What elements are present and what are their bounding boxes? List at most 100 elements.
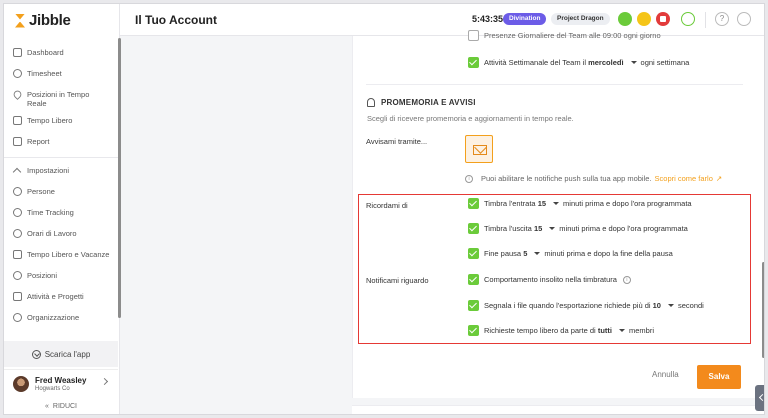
push-info-text: Puoi abilitare le notifiche push sulla t…	[481, 174, 652, 183]
sidebar-item-locations[interactable]: Posizioni	[4, 266, 118, 287]
section-title-text: PROMEMORIA E AVVISI	[381, 98, 476, 107]
location-icon	[13, 271, 22, 280]
sidebar-item-label: Dashboard	[27, 48, 64, 57]
break-end-minutes-select[interactable]: 5	[523, 249, 527, 258]
sidebar-item-label: Orari di Lavoro	[27, 229, 77, 238]
external-link-icon[interactable]: ↗	[716, 174, 722, 183]
help-button[interactable]: ?	[715, 12, 729, 26]
export-seconds-select[interactable]: 10	[653, 301, 661, 310]
clock-in-checkbox[interactable]	[468, 198, 479, 209]
unusual-behavior-label: Comportamento insolito nella timbratura	[484, 275, 617, 284]
notify-me-label: Notificami riguardo	[366, 276, 429, 285]
location-pin-icon	[12, 89, 23, 100]
collapse-label: RIDUCI	[52, 402, 78, 410]
sidebar-item-reports[interactable]: Report	[4, 131, 118, 155]
download-app-button[interactable]: Scarica l'app	[4, 341, 118, 367]
user-clock-icon[interactable]	[681, 12, 695, 26]
sidebar-item-label: Persone	[27, 187, 55, 196]
sidebar-item-label: Organizzazione	[27, 313, 80, 322]
page-title: Il Tuo Account	[135, 13, 217, 27]
export-warning-label: Segnala i file quando l'esportazione ric…	[484, 301, 651, 310]
integrations-icon[interactable]	[737, 12, 751, 26]
dashboard-icon	[13, 48, 22, 57]
holiday-icon	[13, 250, 22, 259]
clock-out-checkbox[interactable]	[468, 223, 479, 234]
sidebar-item-organization[interactable]: Organizzazione	[4, 308, 118, 329]
sidebar-nav: Dashboard Timesheet Posizioni in Tempo R…	[4, 42, 118, 329]
sidebar-item-label: Time Tracking	[27, 208, 74, 217]
sidebar-item-time-off[interactable]: Tempo Libero	[4, 110, 118, 131]
next-settings-card	[352, 405, 764, 414]
sidebar-item-people[interactable]: Persone	[4, 182, 118, 203]
caret-down-icon[interactable]	[553, 202, 560, 205]
sidebar-item-activities-projects[interactable]: Attività e Progetti	[4, 287, 118, 308]
sidebar-item-time-tracking[interactable]: Time Tracking	[4, 203, 118, 224]
info-icon: i	[465, 174, 473, 183]
project-badge[interactable]: Divination	[503, 13, 547, 25]
caret-down-icon[interactable]	[619, 329, 625, 332]
app-window: Jibble Dashboard Timesheet Posizioni in …	[3, 3, 765, 415]
sidebar-item-label: Impostazioni	[27, 166, 70, 175]
divider	[366, 84, 743, 85]
caret-down-icon[interactable]	[667, 304, 674, 307]
activity-badge[interactable]: Project Dragon	[551, 13, 610, 25]
sidebar-scrollbar[interactable]	[118, 38, 121, 318]
sidebar-item-label: Tempo Libero	[27, 116, 73, 125]
members-scope-select[interactable]: tutti	[598, 326, 612, 335]
weekly-activity-suffix: ogni settimana	[640, 58, 690, 67]
collapse-sidebar-button[interactable]: « RIDUCI	[4, 399, 118, 413]
unusual-behavior-checkbox[interactable]	[468, 274, 479, 285]
gear-icon	[13, 313, 22, 322]
export-warning-checkbox[interactable]	[468, 300, 479, 311]
remind-me-label: Ricordami di	[366, 201, 408, 210]
caret-down-icon[interactable]	[534, 252, 541, 255]
weekly-activity-label: Attività Settimanale del Team il	[484, 58, 586, 67]
main-scrollbar[interactable]	[762, 262, 764, 358]
sidebar-item-time-off-holidays[interactable]: Tempo Libero e Vacanze	[4, 245, 118, 266]
caret-down-icon[interactable]	[549, 227, 556, 230]
push-info-row: i Puoi abilitare le notifiche push sulla…	[465, 174, 722, 183]
daily-presence-checkbox[interactable]	[468, 30, 479, 41]
sidebar-item-live-locations[interactable]: Posizioni in Tempo Reale	[4, 84, 118, 110]
time-off-requests-checkbox[interactable]	[468, 325, 479, 336]
sidebar-item-work-schedules[interactable]: Orari di Lavoro	[4, 224, 118, 245]
cancel-button[interactable]: Annulla	[652, 370, 679, 379]
sidebar-settings-header[interactable]: Impostazioni	[4, 158, 118, 182]
clock-in-minutes-select[interactable]: 15	[538, 199, 546, 208]
clock-out-label: Timbra l'uscita	[484, 224, 532, 233]
envelope-icon	[473, 145, 487, 155]
sidebar-item-timesheet[interactable]: Timesheet	[4, 63, 118, 84]
sidebar-item-label: Attività e Progetti	[27, 292, 84, 301]
sidebar-item-label: Posizioni in Tempo Reale	[27, 90, 90, 108]
caret-down-icon[interactable]	[630, 61, 637, 64]
learn-how-link[interactable]: Scopri come farlo	[655, 174, 713, 183]
clock-in-label: Timbra l'entrata	[484, 199, 536, 208]
weekday-select[interactable]: mercoledì	[588, 58, 623, 67]
side-panel-toggle[interactable]	[755, 385, 764, 411]
clock-in-reminder-row: Timbra l'entrata 15 minuti prima e dopo …	[468, 198, 692, 209]
clock-out-minutes-select[interactable]: 15	[534, 224, 542, 233]
email-channel-toggle[interactable]	[465, 135, 493, 163]
weekly-activity-checkbox[interactable]	[468, 57, 479, 68]
export-warning-suffix: secondi	[677, 301, 704, 310]
break-end-checkbox[interactable]	[468, 248, 479, 259]
download-icon	[31, 349, 41, 359]
reminders-subtitle: Scegli di ricevere promemoria e aggiorna…	[367, 114, 574, 123]
sidebar-item-label: Tempo Libero e Vacanze	[27, 250, 110, 259]
divider	[705, 12, 706, 28]
switch-activity-button[interactable]	[618, 12, 632, 26]
user-profile[interactable]: Fred Weasley Hogwarts Co	[4, 369, 118, 397]
logo[interactable]: Jibble	[14, 12, 71, 29]
daily-presence-row: Presenze Giornaliere del Team alle 09:00…	[468, 30, 661, 41]
break-button[interactable]	[637, 12, 651, 26]
stop-button[interactable]	[656, 12, 670, 26]
weekly-activity-row: Attività Settimanale del Team il mercole…	[468, 57, 689, 68]
clock-out-suffix: minuti prima e dopo l'ora programmata	[559, 224, 688, 233]
people-icon	[13, 187, 22, 196]
save-button[interactable]: Salva	[697, 365, 741, 389]
sidebar-item-dashboard[interactable]: Dashboard	[4, 42, 118, 63]
info-icon[interactable]: i	[622, 275, 631, 284]
time-off-requests-row: Richieste tempo libero da parte di tutti…	[468, 325, 654, 336]
user-name: Fred Weasley	[35, 376, 87, 385]
reminders-section-title: PROMEMORIA E AVVISI	[367, 98, 476, 107]
